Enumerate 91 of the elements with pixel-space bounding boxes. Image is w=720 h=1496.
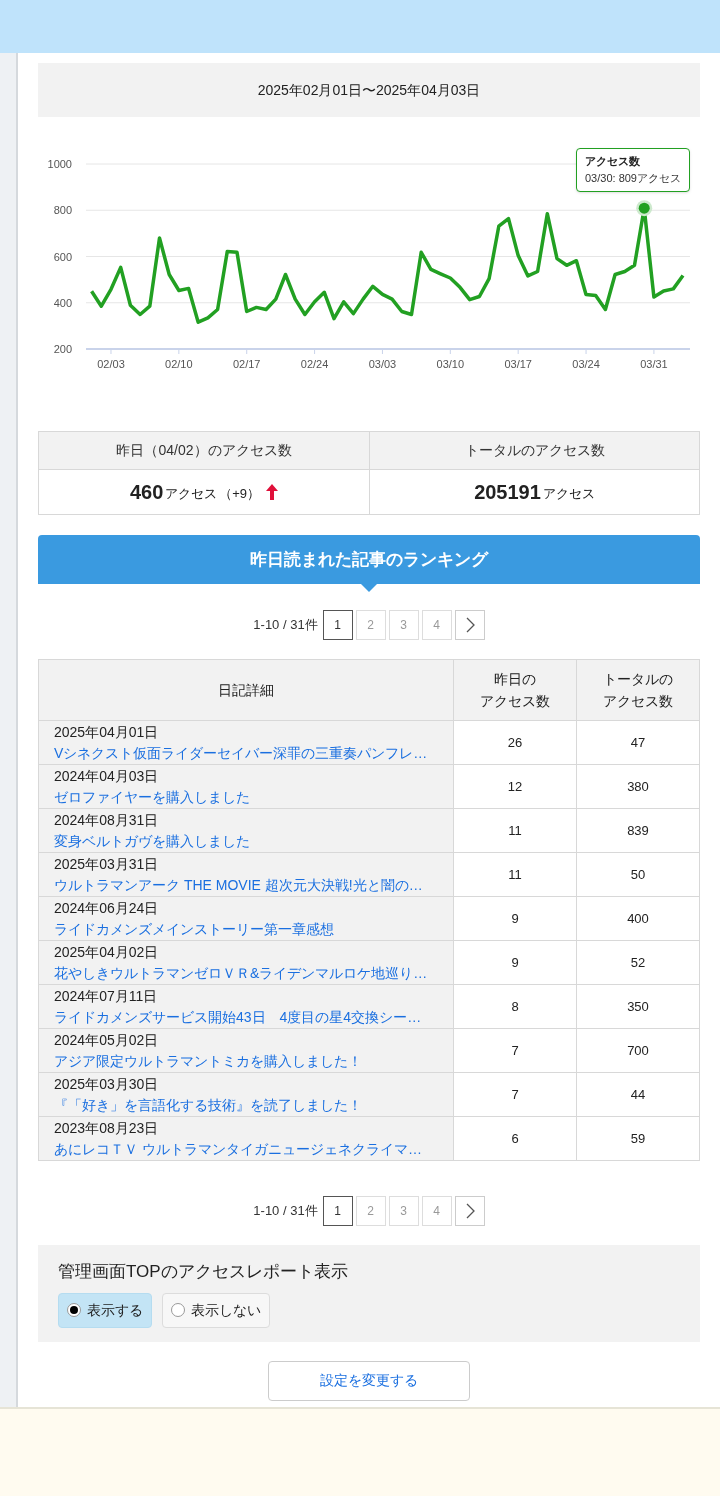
yesterday-count-cell: 8 bbox=[453, 984, 577, 1029]
yesterday-count-cell: 7 bbox=[453, 1072, 577, 1117]
article-link[interactable]: あにレコＴＶ ウルトラマンタイガニュージェネクライマ… bbox=[54, 1138, 449, 1160]
next-page-button[interactable] bbox=[454, 1196, 485, 1226]
x-tick-label: 02/17 bbox=[232, 358, 261, 370]
radio-option[interactable]: 表示する bbox=[58, 1292, 152, 1328]
yesterday-count-cell: 7 bbox=[453, 1028, 577, 1073]
yesterday-count-cell: 11 bbox=[453, 852, 577, 897]
x-tick-label: 03/31 bbox=[640, 358, 668, 370]
highlight-point bbox=[636, 200, 653, 217]
column-header-text: アクセス数 bbox=[479, 692, 551, 711]
total-count-cell: 400 bbox=[576, 896, 700, 941]
radio-icon bbox=[171, 1303, 185, 1317]
stat-value: 205191 bbox=[474, 480, 541, 505]
column-header-text: アクセス数 bbox=[602, 692, 674, 711]
tooltip-value: 03/30: 809アクセス bbox=[585, 171, 681, 186]
column-header-text: 日記詳細 bbox=[217, 681, 275, 700]
page-button[interactable]: 1 bbox=[322, 1196, 353, 1226]
page-button[interactable]: 4 bbox=[421, 610, 452, 640]
column-header-text: 昨日の bbox=[493, 670, 537, 689]
y-tick-label: 400 bbox=[53, 296, 72, 309]
article-link[interactable]: アジア限定ウルトラマントミカを購入しました！ bbox=[54, 1050, 449, 1072]
page-button[interactable]: 3 bbox=[388, 1196, 419, 1226]
y-tick-label: 800 bbox=[53, 204, 72, 217]
total-count-cell: 839 bbox=[576, 808, 700, 853]
article-link[interactable]: 花やしきウルトラマンゼロＶＲ&ライデンマルロケ地巡り… bbox=[54, 962, 449, 984]
article-link[interactable]: ゼロファイヤーを購入しました bbox=[54, 786, 449, 808]
x-tick-label: 03/24 bbox=[572, 358, 600, 370]
stat-value: 460 bbox=[129, 480, 164, 505]
article-date: 2025年04月02日 bbox=[54, 942, 160, 962]
stat-unit: アクセス bbox=[165, 485, 218, 504]
article-date: 2023年08月23日 bbox=[54, 1118, 160, 1138]
article-date: 2024年08月31日 bbox=[54, 810, 160, 830]
article-date: 2025年04月01日 bbox=[54, 722, 160, 742]
article-date: 2024年06月24日 bbox=[54, 898, 160, 918]
y-tick-label: 600 bbox=[53, 250, 72, 263]
yesterday-count-cell: 6 bbox=[453, 1116, 577, 1161]
article-link[interactable]: Vシネクスト仮面ライダーセイバー深罪の三重奏パンフレ… bbox=[54, 742, 449, 764]
radio-icon bbox=[67, 1303, 81, 1317]
x-tick-label: 02/24 bbox=[300, 358, 329, 370]
total-count-cell: 47 bbox=[576, 720, 700, 765]
yesterday-count-cell: 12 bbox=[453, 764, 577, 809]
stat-change: （+9） bbox=[219, 485, 261, 504]
stat-header: 昨日（04/02）のアクセス数 bbox=[39, 432, 369, 470]
result-count: 1-10 / 31件 bbox=[253, 616, 318, 635]
total-count-cell: 59 bbox=[576, 1116, 700, 1161]
heading-pointer bbox=[361, 584, 377, 592]
total-count-cell: 350 bbox=[576, 984, 700, 1029]
stat-header: トータルのアクセス数 bbox=[370, 432, 699, 470]
article-link[interactable]: 変身ベルトガヴを購入しました bbox=[54, 830, 449, 852]
total-count-cell: 380 bbox=[576, 764, 700, 809]
radio-option[interactable]: 表示しない bbox=[162, 1292, 270, 1328]
tooltip-series-name: アクセス数 bbox=[585, 154, 641, 169]
article-link[interactable]: ライドカメンズサービス開始43日 4度目の星4交換シー… bbox=[54, 1006, 449, 1028]
article-date: 2024年04月03日 bbox=[54, 766, 160, 786]
yesterday-count-cell: 9 bbox=[453, 940, 577, 985]
total-count-cell: 52 bbox=[576, 940, 700, 985]
yesterday-count-cell: 26 bbox=[453, 720, 577, 765]
page-button[interactable]: 4 bbox=[421, 1196, 452, 1226]
next-page-button[interactable] bbox=[454, 610, 485, 640]
result-count: 1-10 / 31件 bbox=[253, 1202, 318, 1221]
settings-title: 管理画面TOPのアクセスレポート表示 bbox=[58, 1261, 349, 1283]
total-count-cell: 50 bbox=[576, 852, 700, 897]
x-tick-label: 02/10 bbox=[165, 358, 193, 370]
page-button[interactable]: 1 bbox=[322, 610, 353, 640]
column-header-text: トータルの bbox=[602, 670, 674, 689]
chevron-right-icon bbox=[464, 1203, 475, 1219]
y-tick-label: 1000 bbox=[47, 158, 72, 170]
yesterday-count-cell: 9 bbox=[453, 896, 577, 941]
total-count-cell: 700 bbox=[576, 1028, 700, 1073]
total-count-cell: 44 bbox=[576, 1072, 700, 1117]
page-button[interactable]: 3 bbox=[388, 610, 419, 640]
y-tick-label: 200 bbox=[53, 343, 72, 355]
article-date: 2024年05月02日 bbox=[54, 1030, 160, 1050]
x-tick-label: 02/03 bbox=[97, 358, 125, 370]
x-tick-label: 03/17 bbox=[504, 358, 532, 370]
page-button[interactable]: 2 bbox=[355, 610, 386, 640]
yesterday-count-cell: 11 bbox=[453, 808, 577, 853]
chevron-right-icon bbox=[464, 617, 475, 633]
article-date: 2024年07月11日 bbox=[54, 986, 159, 1006]
article-date: 2025年03月30日 bbox=[54, 1074, 160, 1094]
article-link[interactable]: ウルトラマンアーク THE MOVIE 超次元大決戦!光と闇の… bbox=[54, 874, 449, 896]
x-tick-label: 03/03 bbox=[368, 358, 397, 370]
article-link[interactable]: ライドカメンズメインストーリー第一章感想 bbox=[54, 918, 449, 940]
page-button[interactable]: 2 bbox=[355, 1196, 386, 1226]
submit-button[interactable]: 設定を変更する bbox=[268, 1360, 470, 1401]
article-date: 2025年03月31日 bbox=[54, 854, 160, 874]
x-tick-label: 03/10 bbox=[436, 358, 465, 370]
period-label: 2025年02月01日〜2025年04月03日 bbox=[38, 63, 700, 117]
article-link[interactable]: 『「好き」を言語化する技術』を読了しました！ bbox=[54, 1094, 449, 1116]
stat-unit: アクセス bbox=[542, 485, 595, 504]
